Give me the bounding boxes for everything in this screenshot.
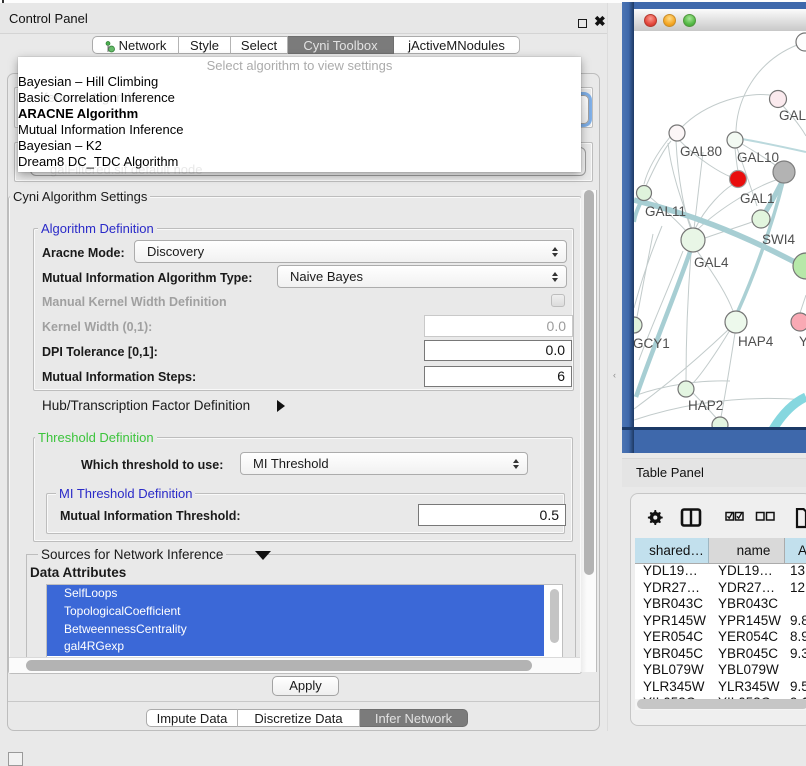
svg-text:HAP4: HAP4 <box>738 334 774 349</box>
svg-text:GAL4: GAL4 <box>694 255 729 270</box>
svg-text:GAL1: GAL1 <box>740 191 775 206</box>
svg-text:HAP2: HAP2 <box>688 398 723 413</box>
svg-text:GAL10: GAL10 <box>737 150 779 165</box>
svg-text:YL: YL <box>799 334 806 349</box>
svg-text:GAL2: GAL2 <box>779 108 806 123</box>
svg-text:GCY1: GCY1 <box>634 336 670 351</box>
svg-text:GAL80: GAL80 <box>680 144 722 159</box>
svg-text:SWI4: SWI4 <box>762 232 795 247</box>
svg-text:GAL11: GAL11 <box>645 204 686 219</box>
